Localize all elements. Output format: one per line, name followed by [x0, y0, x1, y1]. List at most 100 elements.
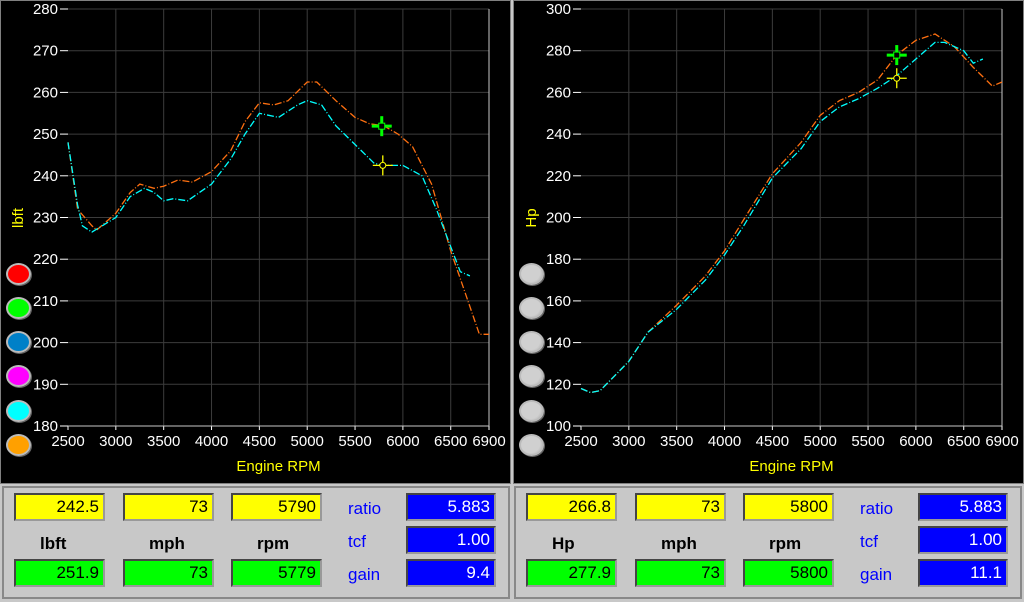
- series-toggle-button[interactable]: [519, 263, 544, 285]
- tcf-input[interactable]: 1.00: [406, 526, 496, 554]
- x-tick-label: 5500: [338, 433, 371, 450]
- series-line-0: [67, 81, 489, 335]
- horsepower-chart: 2500 3000 3500 4000 4500 5000 5500 6000 6500 6900…: [513, 0, 1024, 484]
- value-label: lbft: [40, 534, 67, 553]
- x-tick-label: 3000: [612, 433, 645, 450]
- gain-input[interactable]: 11.1: [918, 559, 1008, 587]
- x-tick-label: 5500: [851, 433, 884, 450]
- series-line-1: [67, 100, 471, 277]
- cursor-marker: [371, 116, 392, 137]
- y-tick-label: 300: [546, 1, 571, 18]
- tcf-label: tcf: [860, 532, 878, 551]
- rpm-label: rpm: [769, 534, 802, 553]
- x-tick-label: 6500: [434, 433, 467, 450]
- x-tick-label: 6000: [386, 433, 419, 450]
- cursor-square: [378, 122, 386, 130]
- cursor-b-mph-field: 73: [123, 493, 214, 521]
- cursor-a-value-field: 277.9: [526, 559, 617, 587]
- y-tick-label: 240: [33, 168, 58, 185]
- cursor-b-value-field: 242.5: [14, 493, 105, 521]
- series-toggle-button[interactable]: [6, 400, 31, 422]
- x-tick-label: 6900: [472, 433, 505, 450]
- torque-chart: 2500 3000 3500 4000 4500 5000 5500 6000 6500 6900…: [0, 0, 511, 484]
- x-tick-label: 5000: [804, 433, 837, 450]
- x-tick-label: 2500: [564, 433, 597, 450]
- cursor-marker: [886, 45, 907, 66]
- series-toggle-button[interactable]: [519, 434, 544, 456]
- x-tick-label: 4500: [756, 433, 789, 450]
- cursor-square: [893, 51, 901, 59]
- y-tick-label: 160: [546, 293, 571, 310]
- horsepower-plot: 2500 3000 3500 4000 4500 5000 5500 6000 6500 6900…: [523, 1, 1019, 475]
- y-tick-label: 260: [546, 84, 571, 101]
- mph-label: mph: [661, 534, 697, 553]
- cursor-b-value-field: 266.8: [526, 493, 617, 521]
- x-axis-label: Engine RPM: [236, 458, 320, 475]
- cursor-b-rpm-field: 5790: [231, 493, 322, 521]
- y-tick-label: 230: [33, 210, 58, 227]
- x-tick-label: 4500: [243, 433, 276, 450]
- ratio-input[interactable]: 5.883: [918, 493, 1008, 521]
- cursor-a-value-field: 251.9: [14, 559, 105, 587]
- gain-label: gain: [860, 565, 893, 584]
- y-tick-label: 200: [546, 210, 571, 227]
- ratio-input[interactable]: 5.883: [406, 493, 496, 521]
- gain-label: gain: [348, 565, 381, 584]
- cursor-a-rpm-field: 5779: [231, 559, 322, 587]
- y-tick-label: 240: [546, 126, 571, 143]
- cursor-a-mph-field: 73: [123, 559, 214, 587]
- x-tick-label: 6900: [985, 433, 1018, 450]
- series-toggle-button[interactable]: [519, 365, 544, 387]
- tcf-input[interactable]: 1.00: [918, 526, 1008, 554]
- x-tick-label: 4000: [195, 433, 228, 450]
- series-toggle-button[interactable]: [6, 297, 31, 319]
- value-label: Hp: [552, 534, 575, 553]
- y-tick-label: 190: [33, 376, 58, 393]
- x-tick-label: 6500: [947, 433, 980, 450]
- cursor-b-mph-field: 73: [635, 493, 726, 521]
- x-tick-label: 3000: [99, 433, 132, 450]
- series-toggle-button[interactable]: [6, 434, 31, 456]
- rpm-label: rpm: [257, 534, 290, 553]
- y-tick-label: 270: [33, 43, 58, 60]
- y-tick-label: 180: [546, 251, 571, 268]
- cursor-circle: [379, 161, 387, 169]
- y-tick-label: 180: [33, 418, 58, 435]
- y-tick-label: 210: [33, 293, 58, 310]
- x-axis-label: Engine RPM: [749, 458, 833, 475]
- y-tick-label: 280: [546, 43, 571, 60]
- ratio-label: ratio: [348, 499, 382, 518]
- x-tick-label: 3500: [147, 433, 180, 450]
- y-tick-label: 100: [546, 418, 571, 435]
- y-tick-label: 260: [33, 84, 58, 101]
- x-tick-label: 3500: [660, 433, 693, 450]
- series-toggle-button[interactable]: [519, 297, 544, 319]
- tcf-label: tcf: [348, 532, 366, 551]
- gain-input[interactable]: 9.4: [406, 559, 496, 587]
- y-tick-label: 120: [546, 376, 571, 393]
- series-toggle-button[interactable]: [6, 365, 31, 387]
- series-toggle-button[interactable]: [519, 400, 544, 422]
- series-toggle-button[interactable]: [519, 331, 544, 353]
- cursor-a-mph-field: 73: [635, 559, 726, 587]
- y-axis-label: lbft: [10, 207, 27, 228]
- series-toggle-button[interactable]: [6, 331, 31, 353]
- series-toggle-button[interactable]: [6, 263, 31, 285]
- cursor-marker: [372, 155, 393, 176]
- cursor-a-rpm-field: 5800: [743, 559, 834, 587]
- y-axis-label: Hp: [523, 208, 540, 227]
- y-tick-label: 220: [546, 168, 571, 185]
- x-tick-label: 6000: [899, 433, 932, 450]
- mph-label: mph: [149, 534, 185, 553]
- x-tick-label: 4000: [708, 433, 741, 450]
- y-tick-label: 200: [33, 335, 58, 352]
- x-tick-label: 5000: [291, 433, 324, 450]
- horsepower-readout-panel: 266.8 277.9 Hp 73 73 mph 5800 5800 rpm ratio 5.883…: [514, 486, 1022, 599]
- cursor-marker: [886, 68, 907, 89]
- cursor-circle: [893, 74, 901, 82]
- torque-plot: 2500 3000 3500 4000 4500 5000 5500 6000 6500 6900…: [10, 1, 506, 475]
- y-tick-label: 280: [33, 1, 58, 18]
- y-tick-label: 140: [546, 335, 571, 352]
- x-tick-label: 2500: [51, 433, 84, 450]
- ratio-label: ratio: [860, 499, 894, 518]
